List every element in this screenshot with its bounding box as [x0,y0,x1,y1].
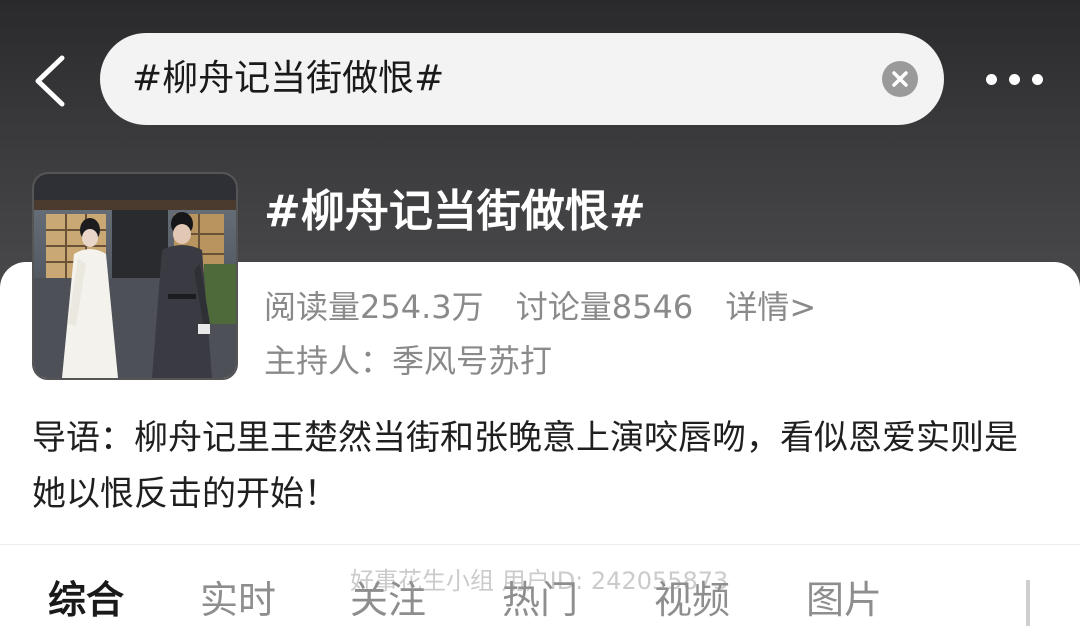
clear-search-button[interactable] [882,61,918,97]
tab-video[interactable]: 视频 [654,576,730,624]
more-options-button[interactable] [984,72,1046,88]
tab-comprehensive[interactable]: 综合 [48,576,124,624]
topic-lead-text: 导语：柳舟记里王楚然当街和张晚意上演咬唇吻，看似恩爱实则是她以恨反击的开始！ [32,418,1018,514]
chevron-left-icon [35,55,65,107]
tab-pictures[interactable]: 图片 [806,576,882,624]
tab-scroll-indicator [1026,580,1030,626]
discussion-count: 讨论量8546 [515,288,694,326]
tab-realtime[interactable]: 实时 [200,576,276,624]
clear-circle-icon [892,71,908,87]
feed-tabs: 综合 实时 关注 热门 视频 图片 [0,570,1080,632]
details-link[interactable]: 详情> [725,288,816,326]
search-box[interactable]: #柳舟记当街做恨# [100,33,944,125]
search-input[interactable]: #柳舟记当街做恨# [132,57,444,101]
topic-cover-image[interactable] [32,172,238,380]
tab-following[interactable]: 关注 [350,576,426,624]
topic-stats: 阅读量254.3万 讨论量8546 详情> [264,284,816,330]
section-divider [0,544,1080,545]
read-count: 阅读量254.3万 [264,288,484,326]
topic-host[interactable]: 主持人：季风号苏打 [264,338,552,384]
back-button[interactable] [30,54,80,108]
tab-hot[interactable]: 热门 [502,576,578,624]
topic-title: #柳舟记当街做恨# [264,186,646,237]
more-dots-icon [986,74,997,85]
